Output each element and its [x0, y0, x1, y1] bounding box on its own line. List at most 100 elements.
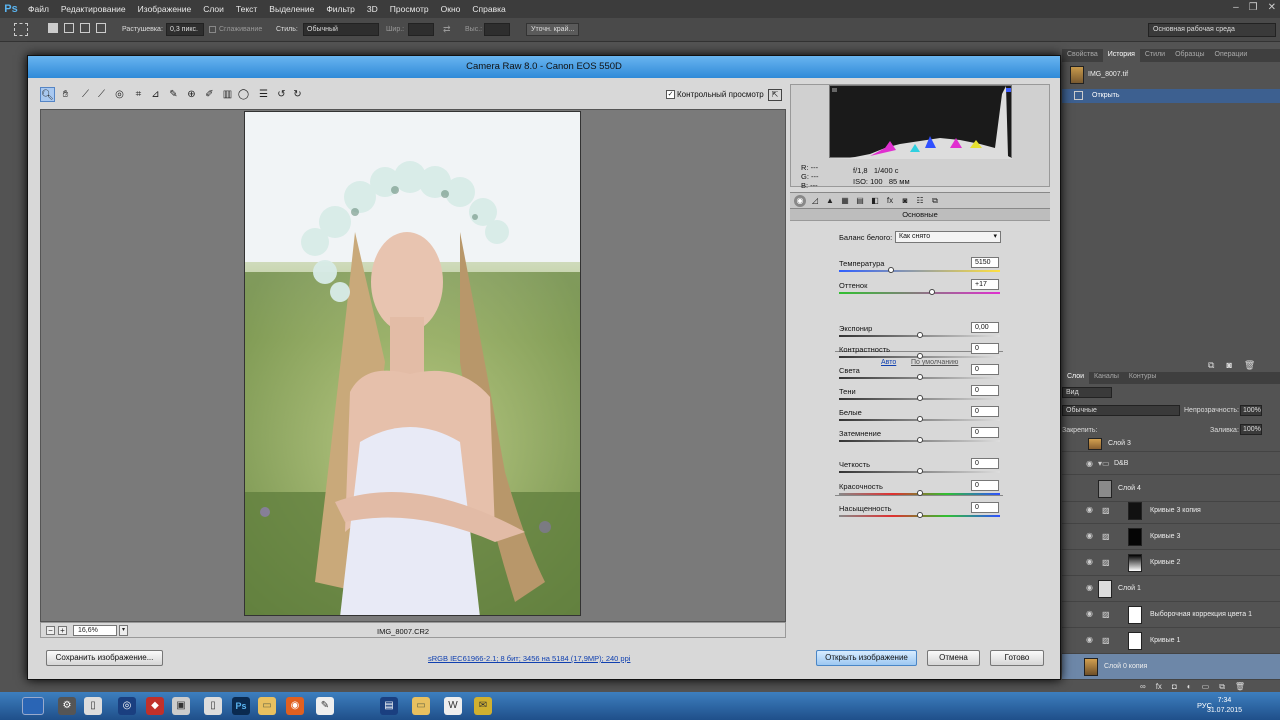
menu-view[interactable]: Просмотр	[384, 0, 435, 18]
slider-value-input[interactable]: 0	[971, 458, 999, 469]
snapshots-icon[interactable]: ⧉	[929, 195, 941, 207]
slider-value-input[interactable]: 0	[971, 364, 999, 375]
auto-link[interactable]: Авто	[881, 359, 896, 366]
app-icon[interactable]: ▯	[204, 697, 222, 715]
slider-track[interactable]	[839, 353, 1000, 359]
preview-toggle[interactable]: ✓ Контрольный просмотр	[666, 90, 764, 99]
slider-value-input[interactable]: 0	[971, 385, 999, 396]
slider-track[interactable]	[839, 395, 1000, 401]
slider-value-input[interactable]: 0,00	[971, 322, 999, 333]
photoshop-icon[interactable]: Ps	[232, 697, 250, 715]
height-input[interactable]	[484, 23, 510, 36]
subtract-selection-icon[interactable]	[80, 23, 90, 33]
eye-icon[interactable]: ◉	[1086, 584, 1094, 592]
slider-thumb[interactable]	[916, 332, 923, 338]
adjustment-brush-icon[interactable]: ✐	[202, 87, 217, 102]
show-desktop-icon[interactable]	[22, 697, 44, 715]
white-balance-tool-icon[interactable]: ⟋	[78, 87, 93, 102]
shadow-clipping-indicator[interactable]	[832, 88, 837, 92]
tab-swatches[interactable]: Образцы	[1170, 49, 1209, 62]
new-layer-icon[interactable]: ⧉	[1219, 682, 1225, 692]
style-select[interactable]: Обычный	[303, 23, 379, 36]
zoom-out-icon[interactable]: −	[46, 626, 55, 635]
restore-icon[interactable]: ❐	[1249, 2, 1258, 13]
zoom-in-icon[interactable]: +	[58, 626, 67, 635]
workflow-options-link[interactable]: sRGB IEC61966-2.1; 8 бит; 3456 на 5184 (…	[428, 654, 630, 663]
fx-icon[interactable]: fx	[1156, 682, 1162, 692]
smooth-checkbox[interactable]	[209, 26, 216, 33]
zoom-level-field[interactable]: 16,6%	[73, 625, 117, 636]
slider-thumb[interactable]	[916, 468, 923, 474]
layer-group-row[interactable]: ◉ ▾▭ D&B	[1062, 453, 1280, 475]
menu-3d[interactable]: 3D	[361, 0, 384, 18]
slider-value-input[interactable]: 5150	[971, 257, 999, 268]
chevron-down-icon[interactable]: ▾	[119, 625, 128, 636]
rotate-right-icon[interactable]: ↻	[290, 87, 305, 102]
presets-icon[interactable]: ☷	[914, 195, 926, 207]
layer-row[interactable]: Слой 3	[1062, 436, 1280, 452]
link-icon[interactable]: ∞	[1140, 682, 1146, 692]
layer-row[interactable]: ◉ ▨ Кривые 3 копия	[1062, 498, 1280, 524]
feather-input[interactable]: 0,3 пикс.	[166, 23, 204, 36]
save-image-button[interactable]: Сохранить изображение...	[46, 650, 163, 666]
slider-value-input[interactable]: 0	[971, 406, 999, 417]
rotate-left-icon[interactable]: ↺	[274, 87, 289, 102]
tab-styles[interactable]: Стили	[1140, 49, 1170, 62]
hand-tool-icon[interactable]: ✋︎	[58, 87, 73, 102]
layer-row-selected[interactable]: ◉ Слой 0 копия	[1062, 654, 1280, 680]
history-snapshot[interactable]: IMG_8007.tif	[1062, 64, 1280, 86]
menu-type[interactable]: Текст	[230, 0, 263, 18]
history-step-open[interactable]: Открыть	[1062, 89, 1280, 103]
slider-thumb[interactable]	[916, 395, 923, 401]
spot-removal-tool-icon[interactable]: ✎	[166, 87, 181, 102]
window-icon[interactable]: ▣	[172, 697, 190, 715]
app-icon[interactable]: ✎	[316, 697, 334, 715]
highlight-clipping-indicator[interactable]	[1006, 88, 1011, 92]
clock[interactable]: 7:34 31.07.2015	[1207, 696, 1242, 716]
camera-icon[interactable]: ◙	[1226, 360, 1231, 371]
new-selection-icon[interactable]	[48, 23, 58, 33]
eye-icon[interactable]: ◉	[1086, 558, 1094, 566]
app-icon[interactable]: ◆	[146, 697, 164, 715]
swap-icon[interactable]: ⇄	[443, 24, 451, 35]
zoom-tool-icon[interactable]: 🔍︎	[40, 87, 55, 102]
slider-value-input[interactable]: 0	[971, 343, 999, 354]
tab-history[interactable]: История	[1102, 49, 1140, 62]
basic-panel-icon[interactable]: ◉	[794, 195, 806, 207]
color-sampler-tool-icon[interactable]: ⟋	[94, 87, 109, 102]
slider-thumb[interactable]	[916, 490, 923, 496]
preview-checkbox[interactable]: ✓	[666, 90, 675, 99]
hsl-icon[interactable]: ▦	[839, 195, 851, 207]
effects-icon[interactable]: fx	[884, 195, 896, 207]
menu-image[interactable]: Изображение	[132, 0, 198, 18]
width-input[interactable]	[408, 23, 434, 36]
layer-kind-filter[interactable]: Вид	[1062, 387, 1112, 398]
app-icon[interactable]: ✉	[474, 697, 492, 715]
add-selection-icon[interactable]	[64, 23, 74, 33]
fullscreen-icon[interactable]: ⇱	[768, 89, 782, 101]
slider-track[interactable]	[839, 416, 1000, 422]
camera-calibration-icon[interactable]: ◙	[899, 195, 911, 207]
browser-icon[interactable]: ◎	[118, 697, 136, 715]
targeted-adjustment-tool-icon[interactable]: ◎	[112, 87, 127, 102]
eye-icon[interactable]: ◉	[1086, 532, 1094, 540]
marquee-tool-icon[interactable]	[14, 23, 28, 36]
tab-layers[interactable]: Слои	[1062, 372, 1090, 384]
slider-thumb[interactable]	[916, 353, 923, 359]
slider-track[interactable]	[839, 512, 1000, 518]
layer-row[interactable]: ◉ ▨ Кривые 2	[1062, 550, 1280, 576]
trash-icon[interactable]: 🗑	[1244, 360, 1255, 371]
layer-row[interactable]: ◉ Слой 1	[1062, 576, 1280, 602]
folder-icon[interactable]: ▭	[412, 697, 430, 715]
menu-edit[interactable]: Редактирование	[55, 0, 132, 18]
workspace-select[interactable]: Основная рабочая среда	[1148, 23, 1276, 37]
minimize-icon[interactable]: –	[1233, 2, 1239, 13]
preferences-icon[interactable]: ☰	[256, 87, 271, 102]
straighten-tool-icon[interactable]: ⊿	[148, 87, 163, 102]
layer-row[interactable]: ◉ ▨ Кривые 1	[1062, 628, 1280, 654]
new-document-icon[interactable]: ⧉	[1208, 360, 1214, 371]
slider-track[interactable]	[839, 490, 1000, 496]
layer-row[interactable]: ◉ ▨ Кривые 3	[1062, 524, 1280, 550]
image-preview-area[interactable]	[40, 109, 786, 622]
trash-icon[interactable]: 🗑	[1235, 682, 1245, 692]
